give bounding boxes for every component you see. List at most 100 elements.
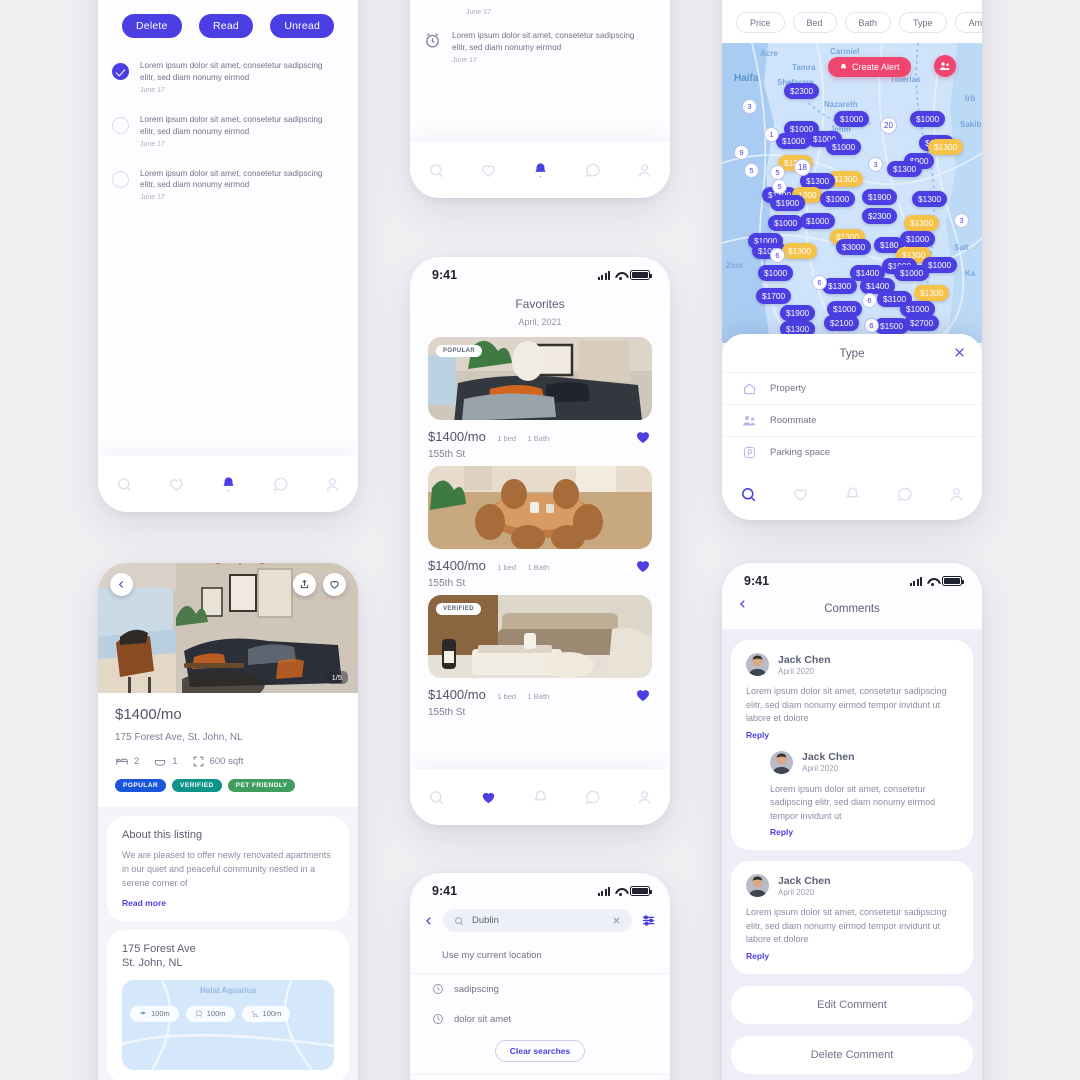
list-item[interactable]: VERIFIED $1400/mo 1 bed 1 Bath 155th St — [410, 595, 670, 724]
map-cluster-badge[interactable]: 3 — [954, 213, 969, 228]
map-price-pin[interactable]: $1000 — [826, 139, 862, 155]
read-more-link[interactable]: Read more — [122, 898, 334, 908]
map-price-pin[interactable]: $2300 — [862, 208, 898, 224]
type-option-roommate[interactable]: Roommate — [722, 404, 982, 436]
map-cluster-badge[interactable]: 20 — [880, 117, 897, 134]
tab-notifications[interactable] — [202, 476, 254, 493]
map-price-pin[interactable]: $1300 — [914, 285, 950, 301]
reply-link[interactable]: Reply — [770, 827, 958, 837]
list-item[interactable]: Lorem ipsum dolor sit amet, consetetur s… — [98, 104, 358, 158]
listing-photo[interactable]: POPULAR — [428, 337, 652, 420]
map-price-pin[interactable]: $1700 — [756, 288, 792, 304]
map-cluster-badge[interactable]: 6 — [812, 275, 827, 290]
tab-search[interactable] — [722, 486, 774, 503]
close-icon[interactable] — [612, 916, 621, 925]
map-price-pin[interactable]: $2100 — [824, 315, 860, 331]
heart-icon[interactable] — [634, 557, 652, 575]
checkbox[interactable] — [112, 116, 129, 134]
filter-chip-price[interactable]: Price — [736, 12, 785, 33]
map-cluster-badge[interactable]: 5 — [744, 163, 759, 178]
map-price-pin[interactable]: $1000 — [820, 191, 856, 207]
tab-messages[interactable] — [566, 789, 618, 806]
tab-profile[interactable] — [930, 486, 982, 503]
list-item[interactable]: POPULAR $1400/mo 1 bed 1 Bath 155th St — [410, 337, 670, 466]
map-cluster-badge[interactable]: 9 — [734, 145, 749, 160]
use-current-location[interactable]: Use my current location — [410, 942, 670, 974]
back-chevron-icon[interactable] — [424, 916, 434, 926]
distance-chip-shopping[interactable]: 100m — [241, 1005, 291, 1022]
tab-search[interactable] — [410, 789, 462, 806]
distance-chip-school[interactable]: 100m — [130, 1005, 179, 1022]
map-price-pin[interactable]: $1000 — [900, 231, 936, 247]
list-item[interactable]: Lorem ipsum dolor sit amet, consetetur s… — [98, 158, 358, 212]
map-price-pin[interactable]: $2300 — [784, 83, 820, 99]
close-icon[interactable] — [953, 346, 966, 359]
delete-comment-button[interactable]: Delete Comment — [731, 1035, 973, 1074]
mark-unread-button[interactable]: Unread — [270, 14, 334, 38]
roommate-toggle-button[interactable] — [934, 55, 956, 77]
back-chevron-icon[interactable] — [738, 599, 748, 609]
map-cluster-badge[interactable]: 6 — [770, 248, 785, 263]
tab-notifications[interactable] — [514, 162, 566, 179]
tab-profile[interactable] — [306, 476, 358, 493]
recent-search-item[interactable]: sadipscing — [410, 974, 670, 1004]
heart-icon[interactable] — [634, 686, 652, 704]
checkbox[interactable] — [112, 170, 129, 188]
map-price-pin[interactable]: $1000 — [758, 265, 794, 281]
recent-search-item[interactable]: dolor sit amet — [410, 1004, 670, 1034]
map-price-pin[interactable]: $1300 — [782, 243, 818, 259]
checkbox[interactable] — [112, 63, 129, 80]
map-price-pin[interactable]: $1000 — [768, 215, 804, 231]
map-price-pin[interactable]: $1900 — [862, 189, 898, 205]
reply-link[interactable]: Reply — [746, 730, 958, 740]
filter-chip-amenities[interactable]: Am — [954, 12, 982, 33]
type-option-property[interactable]: Property — [722, 372, 982, 404]
map-cluster-badge[interactable]: 18 — [794, 159, 811, 176]
map-cluster-badge[interactable]: 5 — [770, 165, 785, 180]
tab-favorites[interactable] — [774, 486, 826, 503]
popular-cities-item[interactable]: Popular Cities — [410, 1074, 670, 1080]
tab-search[interactable] — [98, 476, 150, 493]
clear-searches-button[interactable]: Clear searches — [494, 1040, 586, 1062]
tab-notifications[interactable] — [826, 486, 878, 503]
tab-messages[interactable] — [254, 476, 306, 493]
map-cluster-badge[interactable]: 1 — [764, 127, 779, 142]
map-price-pin[interactable]: $1000 — [894, 265, 930, 281]
share-button[interactable] — [293, 573, 316, 596]
tab-favorites[interactable] — [150, 476, 202, 493]
tab-profile[interactable] — [618, 162, 670, 179]
map-price-pin[interactable]: $1000 — [800, 213, 836, 229]
listing-photo[interactable]: VERIFIED — [428, 595, 652, 678]
distance-chip-transit[interactable]: 100m — [185, 1005, 235, 1022]
map-price-pin[interactable]: $1900 — [770, 195, 806, 211]
map-price-pin[interactable]: $2700 — [904, 315, 940, 331]
edit-comment-button[interactable]: Edit Comment — [731, 985, 973, 1024]
map-canvas[interactable]: Acre Carmiel Tamra Haifa Shefaram Tiberi… — [722, 43, 982, 343]
reply-link[interactable]: Reply — [746, 951, 958, 961]
map-price-pin[interactable]: $1900 — [780, 305, 816, 321]
mini-map[interactable]: Halat Aquarius 100m 100m 100m — [122, 979, 334, 1070]
tab-favorites[interactable] — [462, 789, 514, 806]
favorite-button[interactable] — [323, 573, 346, 596]
map-price-pin[interactable]: $1300 — [887, 161, 923, 177]
filter-chip-bath[interactable]: Bath — [844, 12, 892, 33]
filter-chip-type[interactable]: Type — [899, 12, 947, 33]
list-item[interactable]: $1400/mo 1 bed 1 Bath 155th St — [410, 466, 670, 595]
tab-favorites[interactable] — [462, 162, 514, 179]
delete-button[interactable]: Delete — [122, 14, 182, 38]
map-cluster-badge[interactable]: 6 — [864, 318, 879, 333]
list-item[interactable]: Lorem ipsum dolor sit amet, consetetur s… — [98, 50, 358, 104]
map-price-pin[interactable]: $1300 — [904, 215, 940, 231]
map-price-pin[interactable]: $1300 — [822, 278, 858, 294]
tab-messages[interactable] — [878, 486, 930, 503]
heart-icon[interactable] — [634, 428, 652, 446]
map-price-pin[interactable]: $1000 — [910, 111, 946, 127]
create-alert-button[interactable]: Create Alert — [828, 57, 911, 77]
search-input[interactable]: Dublin — [443, 909, 632, 932]
listing-photo[interactable] — [428, 466, 652, 549]
map-price-pin[interactable]: $1000 — [776, 133, 812, 149]
map-cluster-badge[interactable]: 5 — [772, 179, 787, 194]
map-price-pin[interactable]: $1000 — [834, 111, 870, 127]
tab-profile[interactable] — [618, 789, 670, 806]
map-cluster-badge[interactable]: 3 — [742, 99, 757, 114]
